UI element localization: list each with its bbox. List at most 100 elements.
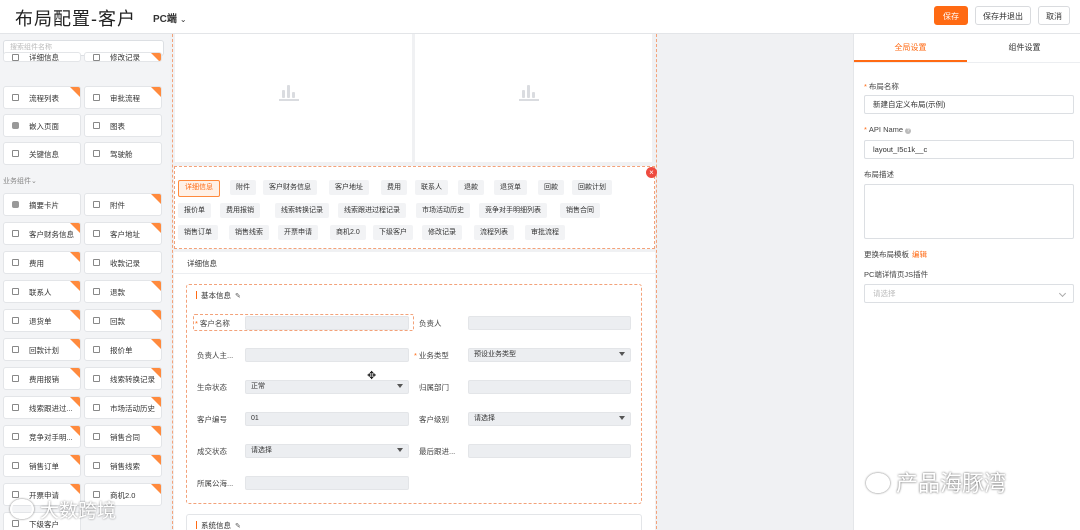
component-item[interactable]: 线索跟进过... [3,396,81,419]
lifecycle-select[interactable]: 正常 [245,380,409,394]
related-tab[interactable]: 审批流程 [525,225,565,240]
customer-name-input[interactable] [245,316,409,330]
owner-main-input[interactable] [245,348,409,362]
api-name-input[interactable]: layout_I5c1k__c [864,140,1074,159]
detail-info-component[interactable]: 详细信息 基本信息 ✎ * 客户名称 负责人 负责人主... * 业务类型 预设业务类… [174,252,655,530]
component-item[interactable]: 退款 [84,280,162,303]
component-item[interactable]: 费用 [3,251,81,274]
related-tab[interactable]: 开票申请 [278,225,318,240]
component-item[interactable]: 销售合同 [84,425,162,448]
related-tab[interactable]: 销售合同 [560,203,600,218]
public-pool-input[interactable] [245,476,409,490]
component-item[interactable]: 驾驶舱 [84,142,162,165]
cancel-button[interactable]: 取消 [1038,6,1070,25]
related-tab[interactable]: 线索转换记录 [275,203,329,218]
component-item[interactable]: 嵌入页面 [3,114,81,137]
divider [854,62,1080,63]
component-item[interactable]: 修改记录 [84,52,162,62]
component-item[interactable]: 详细信息 [3,52,81,62]
customer-no-input[interactable]: 01 [245,412,409,426]
related-tab[interactable]: 费用 [381,180,407,195]
component-item[interactable]: 图表 [84,114,162,137]
component-item[interactable]: 竞争对手明... [3,425,81,448]
edit-icon[interactable]: ✎ [235,523,241,530]
component-item[interactable]: 关键信息 [3,142,81,165]
customer-level-select[interactable]: 请选择 [468,412,631,426]
chart-card-right[interactable] [415,34,652,162]
owner-input[interactable] [468,316,631,330]
layout-desc-textarea[interactable] [864,184,1074,239]
related-tabs-component[interactable]: 详细信息 附件 客户财务信息 客户地址 费用 联系人 退款 退货单 回款 回款计划 报价单 费用报销线… [174,166,655,249]
component-item[interactable]: 收款记录 [84,251,162,274]
tab-component-settings[interactable]: 组件设置 [968,34,1080,62]
move-cursor-icon: ✥ [367,370,377,382]
new-badge-icon [151,53,161,61]
component-item[interactable]: 回款 [84,309,162,332]
chart-card-left[interactable] [175,34,412,162]
related-tab[interactable]: 回款计划 [572,180,612,195]
component-icon [12,462,19,469]
component-item[interactable]: 线索转换记录 [84,367,162,390]
related-tab[interactable]: 市场活动历史 [416,203,470,218]
related-tab[interactable]: 费用报销 [220,203,260,218]
related-tab[interactable]: 下级客户 [373,225,413,240]
related-tab[interactable]: 联系人 [415,180,448,195]
component-item[interactable]: 审批流程 [84,86,162,109]
dept-input[interactable] [468,380,631,394]
component-icon [12,94,19,101]
component-item[interactable]: 客户财务信息 [3,222,81,245]
layout-name-input[interactable]: 新建自定义布局(示例) [864,95,1074,114]
component-item[interactable]: 市场活动历史 [84,396,162,419]
business-group-label[interactable]: 业务组件⌄ [3,176,37,186]
new-badge-icon [151,339,161,349]
edit-icon[interactable]: ✎ [235,293,241,300]
component-icon [93,54,100,61]
component-panel: 搜索组件名称 详细信息 修改记录 流程列表 审批流程 嵌入页面 图表 关键信息 驾驶舱 业务组… [0,34,171,530]
related-tab[interactable]: 客户地址 [329,180,369,195]
related-tab[interactable]: 竞争对手明细列表 [479,203,547,218]
component-icon [93,375,100,382]
component-item[interactable]: 附件 [84,193,162,216]
system-info-section[interactable]: 系统信息 ✎ [186,514,642,530]
related-tab[interactable]: 修改记录 [422,225,462,240]
related-tab[interactable]: 销售订单 [178,225,218,240]
related-tab[interactable]: 客户财务信息 [263,180,317,195]
platform-switch[interactable]: PC端 ⌄ [153,10,187,25]
component-item[interactable]: 报价单 [84,338,162,361]
component-item[interactable]: 摘要卡片 [3,193,81,216]
component-item[interactable]: 联系人 [3,280,81,303]
component-item[interactable]: 销售线索 [84,454,162,477]
component-item[interactable]: 退货单 [3,309,81,332]
component-item[interactable]: 销售订单 [3,454,81,477]
component-item[interactable]: 回款计划 [3,338,81,361]
component-label: 销售合同 [110,433,140,442]
js-plugin-select[interactable]: 请选择 [864,284,1074,303]
component-item[interactable]: 流程列表 [3,86,81,109]
related-tab[interactable]: 商机2.0 [330,225,366,240]
change-template-label: 更换布局模板 编辑 [864,250,927,259]
deal-status-select[interactable]: 请选择 [245,444,409,458]
related-tab[interactable]: 退货单 [494,180,527,195]
tab-global-settings[interactable]: 全局设置 [854,34,967,62]
related-tab[interactable]: 流程列表 [474,225,514,240]
new-badge-icon [70,223,80,233]
component-item[interactable]: 客户地址 [84,222,162,245]
related-tab[interactable]: 线索跟进过程记录 [338,203,406,218]
basic-info-section[interactable]: 基本信息 ✎ * 客户名称 负责人 负责人主... * 业务类型 预设业务类型 生命状… [186,284,642,504]
edit-template-link[interactable]: 编辑 [912,250,927,259]
component-item[interactable]: 费用报销 [3,367,81,390]
last-follow-input[interactable] [468,444,631,458]
close-icon[interactable]: × [646,167,657,178]
related-tab[interactable]: 退款 [458,180,484,195]
related-tab[interactable]: 回款 [538,180,564,195]
related-tab[interactable]: 销售线索 [229,225,269,240]
new-badge-icon [70,281,80,291]
related-tab[interactable]: 附件 [230,180,256,195]
biz-type-select[interactable]: 预设业务类型 [468,348,631,362]
save-button[interactable]: 保存 [934,6,968,25]
component-label: 客户财务信息 [29,230,74,239]
field-label-dept: 归属部门 [419,383,449,392]
related-tab[interactable]: 报价单 [178,203,211,218]
save-exit-button[interactable]: 保存并退出 [975,6,1031,25]
related-tab[interactable]: 详细信息 [178,180,220,197]
